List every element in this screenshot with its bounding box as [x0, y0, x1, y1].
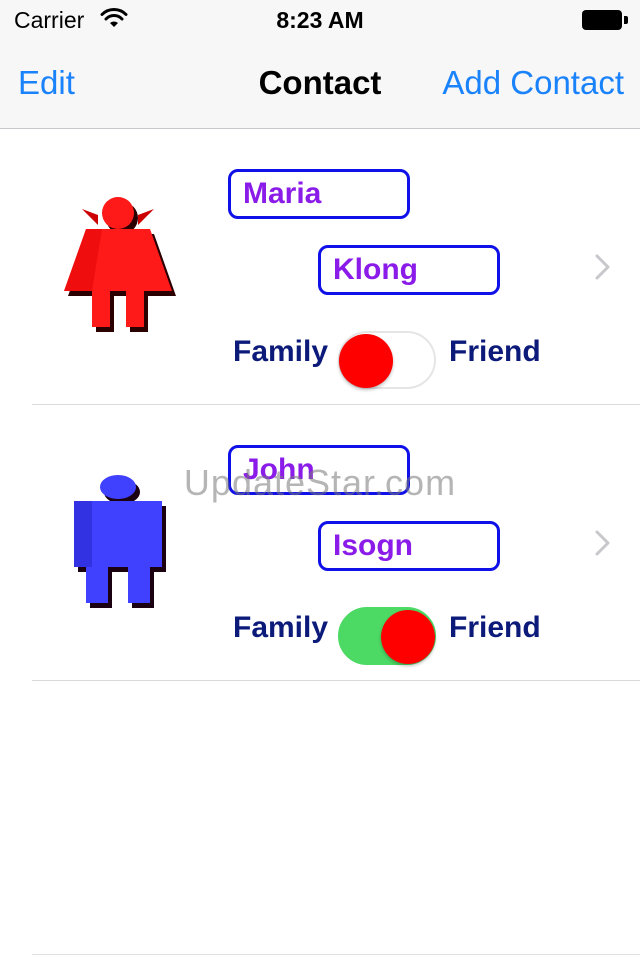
- toggle-knob: [339, 334, 393, 388]
- friend-label: Friend: [449, 335, 541, 368]
- first-name-field[interactable]: Maria: [228, 169, 410, 219]
- battery-icon: [582, 10, 628, 30]
- status-time: 8:23 AM: [276, 7, 364, 33]
- family-friend-toggle[interactable]: [338, 331, 436, 389]
- table-bottom-divider: [32, 954, 640, 955]
- family-label: Family: [233, 611, 329, 644]
- friend-label: Friend: [449, 611, 541, 644]
- contact-row[interactable]: John Isogn Family Friend: [0, 405, 640, 681]
- male-person-icon: [74, 475, 166, 608]
- female-person-icon: [64, 197, 176, 332]
- add-contact-button[interactable]: Add Contact: [442, 64, 624, 102]
- status-bar: Carrier 8:23 AM: [0, 0, 640, 40]
- last-name-field[interactable]: Isogn: [318, 521, 500, 571]
- first-name-field[interactable]: John: [228, 445, 410, 495]
- contact-row[interactable]: Maria Klong Family Friend: [0, 129, 640, 405]
- last-name-field[interactable]: Klong: [318, 245, 500, 295]
- row-separator: [32, 680, 640, 681]
- contact-table: Maria Klong Family Friend John Isogn Fam…: [0, 129, 640, 960]
- family-friend-toggle[interactable]: [338, 607, 436, 665]
- chevron-right-icon: [595, 530, 610, 556]
- toggle-knob: [381, 610, 435, 664]
- navigation-bar: Edit Contact Add Contact: [0, 40, 640, 129]
- chevron-right-icon: [595, 254, 610, 280]
- family-label: Family: [233, 335, 329, 368]
